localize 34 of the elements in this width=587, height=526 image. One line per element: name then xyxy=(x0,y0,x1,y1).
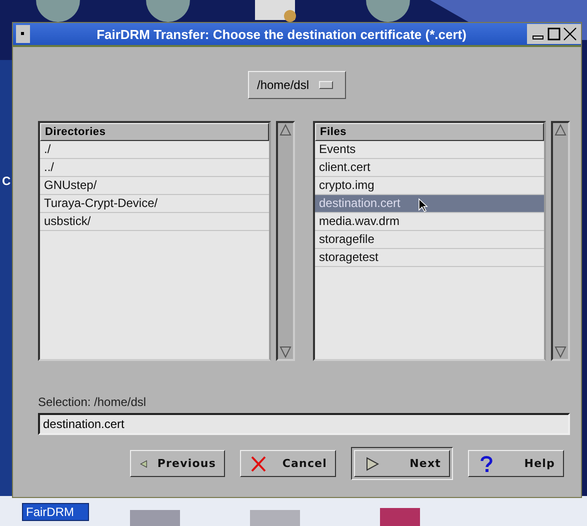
selection-field[interactable]: destination.cert xyxy=(38,413,570,435)
list-item[interactable]: ../ xyxy=(40,159,269,177)
list-item[interactable]: GNUstep/ xyxy=(40,177,269,195)
window-menu-button[interactable] xyxy=(16,25,30,43)
list-item[interactable]: usbstick/ xyxy=(40,213,269,231)
list-item[interactable]: storagefile xyxy=(315,231,544,249)
scroll-down-icon xyxy=(279,345,292,359)
maximize-icon[interactable] xyxy=(547,27,561,41)
list-item[interactable]: ./ xyxy=(40,141,269,159)
list-item[interactable]: media.wav.drm xyxy=(315,213,544,231)
list-item[interactable]: storagetest xyxy=(315,249,544,267)
scroll-down-icon xyxy=(554,345,567,359)
list-item[interactable]: client.cert xyxy=(315,159,544,177)
cross-icon xyxy=(249,454,268,472)
path-dropdown[interactable]: /home/dsl xyxy=(248,71,346,99)
next-button[interactable]: Next xyxy=(354,450,450,477)
scrollbar[interactable] xyxy=(551,121,570,361)
taskbar-button[interactable]: FairDRM xyxy=(22,503,89,521)
scroll-up-icon xyxy=(554,123,567,137)
scroll-up-icon xyxy=(279,123,292,137)
column-header: Files xyxy=(315,123,544,141)
scrollbar[interactable] xyxy=(276,121,295,361)
cancel-button[interactable]: Cancel xyxy=(240,450,336,477)
list-item[interactable]: Events xyxy=(315,141,544,159)
help-button[interactable]: Help xyxy=(468,450,564,477)
selection-label: Selection: /home/dsl xyxy=(38,395,148,409)
list-item[interactable]: Turaya-Crypt-Device/ xyxy=(40,195,269,213)
desktop-icon-label[interactable]: C xyxy=(2,174,11,188)
dropdown-indicator-icon xyxy=(319,81,334,89)
previous-button[interactable]: Previous xyxy=(130,450,225,477)
column-header: Directories xyxy=(40,123,269,141)
window-title: FairDRM Transfer: Choose the destination certificate (*.cert) xyxy=(96,26,468,42)
close-icon[interactable] xyxy=(563,27,577,41)
mouse-pointer-icon xyxy=(418,198,428,212)
